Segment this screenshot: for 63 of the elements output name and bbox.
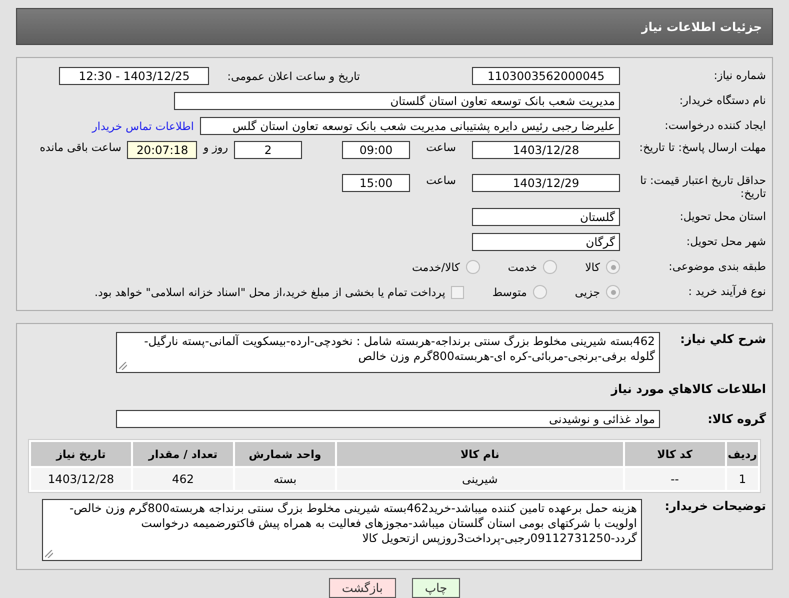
column-header: تعداد / مقدار xyxy=(133,442,233,466)
column-header: ردیف xyxy=(726,442,758,466)
field-label: اطلاعات کالاهاي مورد نیاز xyxy=(610,382,766,396)
input-field[interactable]: 09:00 xyxy=(342,141,410,159)
radio-button[interactable] xyxy=(466,260,480,274)
column-header: تاریخ نیاز xyxy=(31,442,131,466)
resize-grip-icon[interactable] xyxy=(119,362,127,370)
input-field[interactable]: مدیریت شعب بانک توسعه تعاون استان گلستان xyxy=(174,92,620,110)
table-cell: 462 xyxy=(133,468,233,490)
back-button[interactable]: بازگشت xyxy=(328,578,396,598)
input-field[interactable]: 15:00 xyxy=(342,174,410,192)
print-button[interactable]: چاپ xyxy=(412,578,460,598)
page-header: جزئیات اطلاعات نیاز xyxy=(16,8,773,45)
label-text: ساعت xyxy=(426,174,456,187)
field-label: نوع فرآیند خرید : xyxy=(687,285,766,299)
label-text: روز و xyxy=(203,141,228,154)
field-label: شهر محل تحویل: xyxy=(685,235,766,249)
field-label: گروه کالا: xyxy=(706,412,766,426)
radio-button[interactable] xyxy=(606,285,620,299)
column-header: نام کالا xyxy=(337,442,623,466)
table-cell: -- xyxy=(624,468,725,490)
table-cell: بسته xyxy=(235,468,335,490)
input-field[interactable]: 1403/12/28 xyxy=(472,141,620,159)
input-field[interactable]: مواد غذائی و نوشیدنی xyxy=(116,410,660,428)
input-field[interactable]: 1403/12/25 - 12:30 xyxy=(59,67,210,85)
resize-grip-icon[interactable] xyxy=(45,550,53,558)
field-label: مهلت ارسال پاسخ: تا تاریخ: xyxy=(638,141,766,154)
column-header: واحد شمارش xyxy=(235,442,335,466)
option-label: خدمت xyxy=(508,260,538,274)
input-field[interactable]: علیرضا رجبی رئیس دایره پشتیبانی مدیریت شعب بانک توسعه تعاون استان گلس xyxy=(200,117,620,135)
input-field[interactable]: 1103003562000045 xyxy=(472,67,620,85)
field-label: شماره نیاز: xyxy=(712,69,766,83)
input-field[interactable]: گرگان xyxy=(472,233,620,251)
field-label: ایجاد کننده درخواست: xyxy=(664,119,766,133)
field-label: نام دستگاه خریدار: xyxy=(678,94,766,108)
option-label: متوسط xyxy=(492,286,527,298)
radio-button[interactable] xyxy=(532,285,547,299)
input-field[interactable]: 2 xyxy=(234,141,302,159)
label-text: ساعت باقی مانده xyxy=(40,141,122,154)
option-label: جزیی xyxy=(574,286,600,298)
field-label: توضیحات خریدار: xyxy=(664,499,766,514)
table-cell: 1 xyxy=(726,468,758,490)
contact-link[interactable]: اطلاعات تماس خریدار xyxy=(92,120,194,132)
checkbox-label: پرداخت تمام یا بخشی از مبلغ خرید،از محل "اسناد خزانه اسلامی" خواهد بود. xyxy=(94,286,446,298)
field-label: شرح کلي نیاز: xyxy=(679,332,766,346)
table-cell: 1403/12/28 xyxy=(31,468,131,490)
column-header: کد کالا xyxy=(624,442,725,466)
input-field[interactable]: گلستان xyxy=(472,208,620,226)
input-field[interactable]: 1403/12/29 xyxy=(472,174,620,192)
checkbox[interactable] xyxy=(451,286,464,298)
label-text: ساعت xyxy=(426,141,456,154)
option-label: کالا/خدمت xyxy=(412,260,460,274)
label-text: تاریخ و ساعت اعلان عمومی: xyxy=(227,70,360,82)
field-label: حداقل تاریخ اعتبار قیمت: تا تاریخ: xyxy=(639,174,766,200)
radio-button[interactable] xyxy=(606,260,620,274)
option-label: کالا xyxy=(585,260,600,274)
table-cell: شیرینی xyxy=(337,468,623,490)
input-field[interactable]: 20:07:18 xyxy=(127,141,198,159)
radio-button[interactable] xyxy=(543,260,558,274)
description-field[interactable]: 462بسته شیرینی مخلوط بزرگ سنتی برنداجه-هربسته شامل : نخودچی-ارده-بیسکویت آلمانی-پسته نارگیل-گلوله برفی-برنجی-مربائی-کره ای-هربسته800گرم وزن خالص xyxy=(116,332,660,373)
field-label: استان محل تحویل: xyxy=(678,210,766,224)
field-label: طبقه بندی موضوعی: xyxy=(668,260,766,274)
notes-field[interactable]: هزینه حمل برعهده تامین کننده میباشد-خرید462بسته شیرینی مخلوط بزرگ سنتی برنداجه هربسته800گرم وزن خالص-اولویت با شرکتهای بومی استان گلستان میباشد-مجوزهای فعالیت به همراه پیش فاکتورضمیمه درخواست گردد-09112731250رجبی-پرداخت3روزپس ازتحویل کالا xyxy=(42,499,642,561)
